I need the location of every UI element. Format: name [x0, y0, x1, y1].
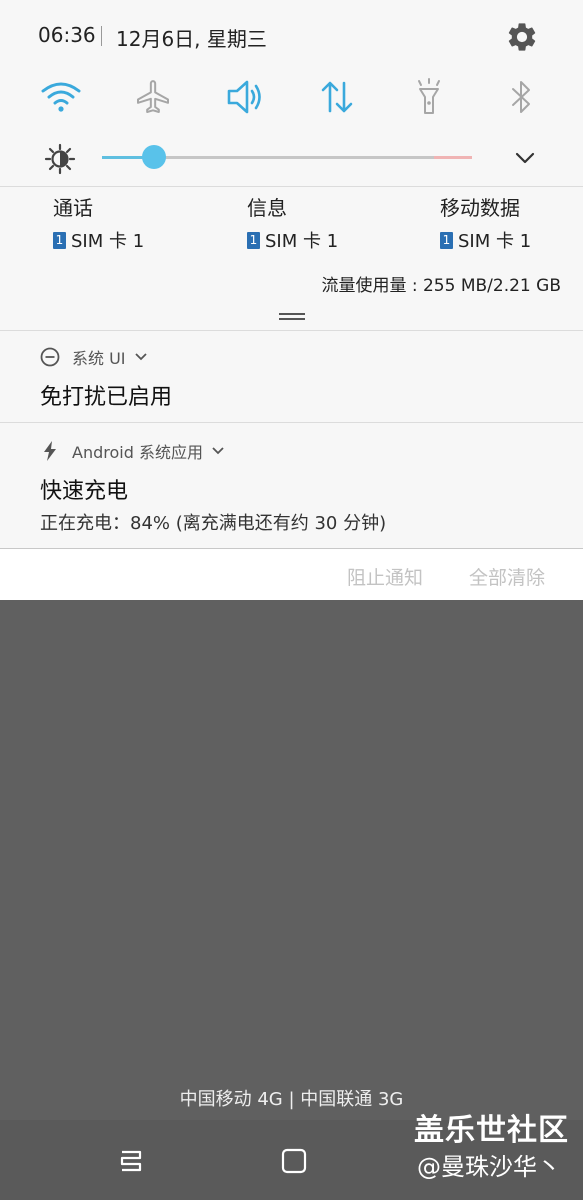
speaker-icon: [227, 80, 261, 114]
quick-settings-row: [0, 72, 583, 122]
notification-app-name: Android 系统应用: [72, 443, 203, 462]
notification-panel: 06:36 12月6日, 星期三 通话 1 SIM 卡 1 信息 1 SIM 卡…: [0, 0, 583, 600]
do-not-disturb-icon: [40, 347, 60, 367]
sim-card-icon: 1: [247, 231, 260, 249]
wifi-icon: [41, 82, 81, 112]
sim-message-label: SIM 卡 1: [265, 231, 339, 252]
notification-title: 免打扰已启用: [40, 385, 173, 410]
gear-icon[interactable]: [505, 20, 539, 54]
divider: [0, 186, 583, 187]
chevron-down-icon[interactable]: [512, 145, 538, 171]
sim-card-icon: 1: [440, 231, 453, 249]
sim-data-title: 移动数据: [440, 196, 520, 220]
qs-mobile-data[interactable]: [310, 72, 364, 122]
clear-all-button[interactable]: 全部清除: [469, 563, 545, 590]
date-label: 12月6日, 星期三: [116, 27, 267, 51]
notification-actions: 阻止通知 全部清除: [0, 549, 583, 600]
sim-call-title: 通话: [53, 196, 93, 220]
airplane-icon: [137, 80, 169, 113]
drag-handle-line: [279, 318, 305, 320]
sim-call-label: SIM 卡 1: [71, 231, 145, 252]
clock: 06:36: [38, 23, 96, 47]
sim-data-value: 1 SIM 卡 1: [440, 227, 531, 253]
notification-app-name: 系统 UI: [72, 349, 126, 368]
bluetooth-icon: [512, 81, 530, 113]
data-usage-text: 流量使用量 : 255 MB/2.21 GB: [321, 276, 561, 296]
home-icon[interactable]: [281, 1148, 307, 1174]
sim-call[interactable]: 通话 1 SIM 卡 1: [53, 195, 144, 253]
sim-message[interactable]: 信息 1 SIM 卡 1: [247, 195, 338, 253]
notification-body: 正在充电：84% (离充满电还有约 30 分钟): [40, 513, 387, 534]
brightness-thumb[interactable]: [141, 145, 166, 169]
sim-call-value: 1 SIM 卡 1: [53, 227, 144, 253]
brightness-icon: [44, 143, 76, 175]
brightness-track-end: [434, 156, 472, 159]
sim-settings: 通话 1 SIM 卡 1 信息 1 SIM 卡 1 移动数据 1 SIM 卡 1: [0, 195, 583, 265]
sim-message-title: 信息: [247, 196, 287, 220]
sim-mobile-data[interactable]: 移动数据 1 SIM 卡 1: [440, 195, 531, 253]
chevron-down-icon: [134, 353, 147, 361]
notification-app-header[interactable]: Android 系统应用: [40, 439, 225, 463]
charging-bolt-icon: [40, 441, 60, 461]
notification-dnd[interactable]: 系统 UI 免打扰已启用: [0, 331, 583, 422]
watermark-title: 盖乐世社区: [414, 1113, 569, 1148]
qs-wifi[interactable]: [34, 72, 88, 122]
data-arrows-icon: [321, 81, 353, 113]
flashlight-icon: [418, 78, 440, 114]
qs-airplane[interactable]: [126, 72, 180, 122]
sim-message-value: 1 SIM 卡 1: [247, 227, 338, 253]
status-header: 06:36 12月6日, 星期三: [0, 0, 583, 72]
sim-data-label: SIM 卡 1: [458, 231, 532, 252]
recent-apps-icon[interactable]: [118, 1148, 144, 1174]
notification-title: 快速充电: [40, 479, 129, 504]
notification-app-header[interactable]: 系统 UI: [40, 345, 148, 369]
block-notifications-button[interactable]: 阻止通知: [347, 563, 423, 590]
sim-card-icon: 1: [53, 231, 66, 249]
brightness-row: [0, 135, 583, 179]
qs-sound[interactable]: [218, 72, 272, 122]
chevron-down-icon: [212, 447, 224, 455]
notification-charging[interactable]: Android 系统应用 快速充电 正在充电：84% (离充满电还有约 30 分…: [0, 423, 583, 548]
header-separator: [101, 26, 102, 46]
drag-handle[interactable]: [279, 313, 305, 315]
watermark-user: @曼珠沙华丶: [417, 1153, 561, 1181]
qs-flashlight[interactable]: [402, 72, 456, 122]
qs-bluetooth[interactable]: [494, 72, 548, 122]
